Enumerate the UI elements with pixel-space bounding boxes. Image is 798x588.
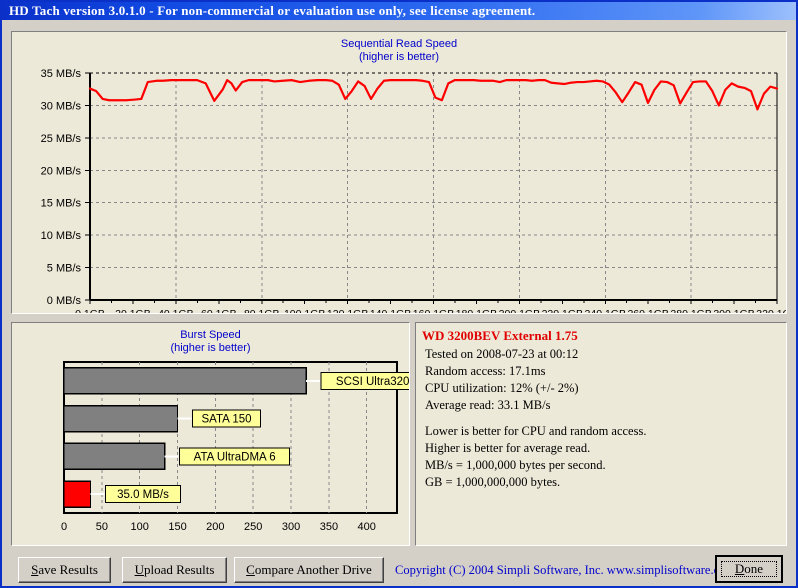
- save-results-label: Save Results: [31, 562, 98, 578]
- compare-another-drive-button[interactable]: Compare Another Drive: [234, 557, 384, 583]
- upload-accel: U: [134, 562, 144, 577]
- upload-results-button[interactable]: Upload Results: [122, 557, 227, 583]
- y-axis-tick-label: 10 MB/s: [41, 230, 82, 242]
- burst-bar: [63, 367, 307, 395]
- burst-bar: [63, 404, 179, 433]
- note-lower-better: Lower is better for CPU and random acces…: [425, 424, 647, 438]
- done-button[interactable]: Done: [715, 555, 783, 583]
- burst-bar: [63, 480, 92, 508]
- burst-x-axis-tick-label: 200: [206, 521, 224, 533]
- x-axis-tick-label: 20.1GB: [115, 308, 151, 313]
- burst-speed-chart-svg: 0 50 100 150 200 250 300 350 400 SCSI Ultra320 SAT…: [61, 361, 409, 533]
- burst-x-axis-tick-label: 100: [131, 521, 149, 533]
- x-axis-tick-label: 260.1GB: [627, 308, 668, 313]
- burst-x-axis-tick-label: 400: [358, 521, 376, 533]
- compare-rest: ompare Another Drive: [254, 562, 372, 577]
- hdtach-window: HD Tach version 3.0.1.0 - For non-commer…: [0, 0, 798, 588]
- burst-bar-label: SCSI Ultra320: [336, 376, 409, 388]
- window-title: HD Tach version 3.0.1.0 - For non-commer…: [9, 3, 536, 18]
- burst-bar-label: 35.0 MB/s: [117, 489, 169, 501]
- done-accel: D: [734, 561, 745, 576]
- x-axis-tick-label: 0.1GB: [75, 308, 105, 313]
- x-axis-tick-label: 100.1GB: [284, 308, 325, 313]
- burst-x-axis-tick-label: 300: [282, 521, 300, 533]
- drive-info-panel: WD 3200BEV External 1.75 Tested on 2008-…: [415, 322, 787, 546]
- done-button-inner: Done: [721, 561, 777, 577]
- average-read: Average read: 33.1 MB/s: [425, 398, 551, 412]
- y-axis-tick-label: 0 MB/s: [47, 295, 82, 307]
- note-higher-better: Higher is better for average read.: [425, 441, 591, 455]
- random-access: Random access: 17.1ms: [425, 364, 546, 378]
- y-axis-tick-label: 15 MB/s: [41, 198, 82, 210]
- burst-bar-label: ATA UltraDMA 6: [194, 451, 276, 463]
- upload-rest: pload Results: [143, 562, 215, 577]
- upload-results-label: Upload Results: [135, 562, 215, 578]
- y-axis-tick-label: 5 MB/s: [47, 263, 82, 275]
- x-axis-tick-label: 120.1GB: [327, 308, 368, 313]
- burst-x-axis-tick-label: 350: [320, 521, 338, 533]
- x-axis-tick-label: 140.1GB: [370, 308, 411, 313]
- x-axis-tick-label: 240.1GB: [585, 308, 626, 313]
- compare-accel: C: [246, 562, 255, 577]
- note-gb-definition: GB = 1,000,000,000 bytes.: [425, 475, 561, 489]
- sequential-read-chart-svg: 0 MB/s 5 MB/s 10 MB/s 15 MB/s 20 MB/s 25 MB/s…: [41, 68, 786, 313]
- x-axis-tick-label: 40.1GB: [158, 308, 194, 313]
- copyright-text: Copyright (C) 2004 Simpli Software, Inc.…: [395, 563, 736, 577]
- done-label: Done: [735, 561, 763, 577]
- compare-label: Compare Another Drive: [246, 562, 372, 578]
- x-axis-tick-label: 80.1GB: [244, 308, 280, 313]
- burst-speed-panel: Burst Speed (higher is better) 0 50 100 150…: [11, 322, 410, 546]
- y-axis-tick-label: 35 MB/s: [41, 68, 82, 80]
- burst-bar-label: SATA 150: [201, 414, 251, 426]
- x-axis-tick-label: 180.1GB: [456, 308, 497, 313]
- x-axis-tick-label: 60.1GB: [201, 308, 237, 313]
- y-axis-tick-label: 25 MB/s: [41, 133, 82, 145]
- note-mbs-definition: MB/s = 1,000,000 bytes per second.: [425, 458, 606, 472]
- title-bar: HD Tach version 3.0.1.0 - For non-commer…: [2, 2, 796, 20]
- burst-x-axis-tick-label: 0: [61, 521, 67, 533]
- x-axis-tick-label: 160.1GB: [413, 308, 454, 313]
- burst-bar: [63, 442, 166, 471]
- sequential-read-panel: Sequential Read Speed (higher is better)…: [11, 31, 787, 314]
- y-axis-tick-label: 20 MB/s: [41, 165, 82, 177]
- cpu-utilization: CPU utilization: 12% (+/- 2%): [425, 381, 579, 395]
- tested-on: Tested on 2008-07-23 at 00:12: [425, 347, 579, 361]
- burst-x-axis-tick-label: 50: [96, 521, 108, 533]
- save-rest: ave Results: [38, 562, 98, 577]
- x-axis-tick-label: 280.1GB: [670, 308, 711, 313]
- burst-x-axis-tick-label: 150: [168, 521, 186, 533]
- done-rest: one: [744, 561, 764, 576]
- save-results-button[interactable]: Save Results: [18, 557, 111, 583]
- burst-x-axis-tick-label: 250: [244, 521, 262, 533]
- x-axis-tick-label: 200.1GB: [499, 308, 540, 313]
- y-axis-tick-label: 30 MB/s: [41, 100, 82, 112]
- x-axis-tick-label: 220.1GB: [542, 308, 583, 313]
- x-axis-tick-label: 320.1GB: [756, 308, 786, 313]
- x-axis-tick-label: 300.1GB: [713, 308, 754, 313]
- drive-name: WD 3200BEV External 1.75: [422, 328, 578, 343]
